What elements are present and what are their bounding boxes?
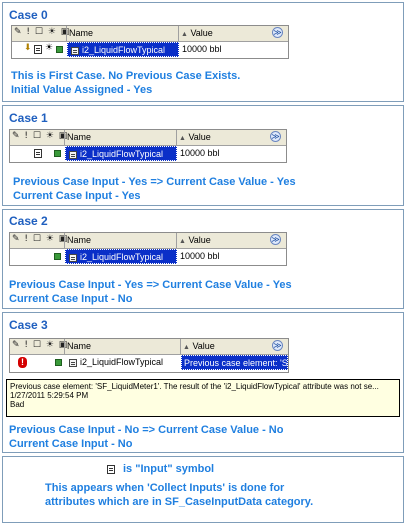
header-icons: ✎ ! ☐ ☀ ▣ [12, 340, 69, 350]
case-2-description-1: Previous Case Input - Yes => Current Cas… [9, 279, 292, 291]
header-icons: ✎ ! ☐ ☀ ▣ [12, 234, 69, 244]
case-3-grid: ✎ ! ☐ ☀ ▣ Name ▲ Value ≫ ! i2_LiquidFlow… [9, 338, 289, 373]
case-2-description-2: Current Case Input - No [9, 293, 133, 305]
arrow-down-icon: ⬇ [24, 42, 32, 52]
tooltip-message: Previous case element: 'SF_LiquidMeter1'… [10, 382, 379, 391]
legend-panel: is "Input" symbol This appears when 'Col… [2, 456, 404, 523]
grid-header: ✎ ! ☐ ☀ ▣ Name ▲ Value ≫ [12, 26, 288, 42]
value-cell[interactable]: 10000 bbl [178, 146, 286, 161]
tooltip-timestamp: 1/27/2011 5:29:54 PM [10, 391, 89, 400]
case-0-panel: Case 0 ✎ ! ☐ ☀ ▣ Name ▲ Value ≫ ⬇ ☀ i2_L… [2, 2, 404, 102]
case-0-description-2: Initial Value Assigned - Yes [11, 84, 153, 96]
input-symbol-icon [34, 45, 42, 54]
attribute-icon [71, 46, 79, 55]
value-cell[interactable]: 10000 bbl [178, 249, 286, 264]
bad-status-icon: ! [18, 357, 27, 368]
case-0-title: Case 0 [9, 8, 48, 22]
status-icon [54, 150, 61, 157]
grid-header: ✎ ! ☐ ☀ ▣ Name ▲ Value ≫ [10, 130, 286, 146]
case-1-description-2: Current Case Input - Yes [13, 190, 141, 202]
chevron-down-icon[interactable]: ≫ [272, 340, 283, 351]
legend-symbol-label: is "Input" symbol [123, 463, 215, 475]
table-row[interactable]: i2_LiquidFlowTypical 10000 bbl [10, 248, 286, 265]
case-1-title: Case 1 [9, 111, 48, 125]
edit-icon: ☀ [45, 42, 54, 52]
sort-asc-icon: ▲ [183, 344, 190, 351]
status-icon [54, 253, 61, 260]
legend-line-1: This appears when 'Collect Inputs' is do… [45, 482, 285, 494]
case-3-description-2: Current Case Input - No [9, 438, 133, 450]
attribute-icon [69, 150, 77, 159]
grid-header: ✎ ! ☐ ☀ ▣ Name ▲ Value ≫ [10, 339, 288, 355]
case-0-description-1: This is First Case. No Previous Case Exi… [11, 70, 241, 82]
name-column-header[interactable]: Name [64, 233, 176, 248]
name-cell[interactable]: i2_LiquidFlowTypical [66, 355, 180, 370]
case-1-description-1: Previous Case Input - Yes => Current Cas… [13, 176, 296, 188]
header-icons: ✎ ! ☐ ☀ ▣ [12, 131, 69, 141]
sort-asc-icon: ▲ [179, 238, 186, 245]
case-2-panel: Case 2 ✎ ! ☐ ☀ ▣ Name ▲ Value ≫ i2_Liqui… [2, 209, 404, 309]
name-column-header[interactable]: Name [66, 26, 178, 41]
legend-line-2: attributes which are in SF_CaseInputData… [45, 496, 314, 508]
case-2-grid: ✎ ! ☐ ☀ ▣ Name ▲ Value ≫ i2_LiquidFlowTy… [9, 232, 287, 266]
sort-asc-icon: ▲ [179, 135, 186, 142]
sort-asc-icon: ▲ [181, 31, 188, 38]
chevron-down-icon[interactable]: ≫ [270, 234, 281, 245]
table-row[interactable]: ! i2_LiquidFlowTypical Previous case ele… [10, 354, 288, 372]
status-icon [55, 359, 62, 366]
name-cell[interactable]: i2_LiquidFlowTypical [65, 146, 177, 161]
input-symbol-icon [34, 149, 42, 158]
case-2-title: Case 2 [9, 214, 48, 228]
chevron-down-icon[interactable]: ≫ [272, 27, 283, 38]
case-3-title: Case 3 [9, 318, 48, 332]
name-cell[interactable]: i2_LiquidFlowTypical [65, 249, 177, 264]
grid-header: ✎ ! ☐ ☀ ▣ Name ▲ Value ≫ [10, 233, 286, 249]
attribute-icon [69, 358, 77, 367]
name-column-header[interactable]: Name [64, 130, 176, 145]
header-icons: ✎ ! ☐ ☀ ▣ [14, 27, 71, 37]
name-column-header[interactable]: Name [64, 339, 180, 354]
attribute-icon [69, 253, 77, 262]
value-cell[interactable]: Previous case element: 'S... [181, 355, 288, 370]
chevron-down-icon[interactable]: ≫ [270, 131, 281, 142]
case-3-description-1: Previous Case Input - No => Current Case… [9, 424, 284, 436]
name-cell[interactable]: i2_LiquidFlowTypical [67, 42, 179, 57]
input-symbol-icon [107, 465, 115, 474]
case-1-grid: ✎ ! ☐ ☀ ▣ Name ▲ Value ≫ i2_LiquidFlowTy… [9, 129, 287, 163]
table-row[interactable]: i2_LiquidFlowTypical 10000 bbl [10, 145, 286, 162]
case-0-grid: ✎ ! ☐ ☀ ▣ Name ▲ Value ≫ ⬇ ☀ i2_LiquidFl… [11, 25, 289, 59]
value-cell[interactable]: 10000 bbl [180, 42, 288, 57]
tooltip-status: Bad [10, 400, 25, 409]
table-row[interactable]: ⬇ ☀ i2_LiquidFlowTypical 10000 bbl [12, 41, 288, 58]
error-tooltip: Previous case element: 'SF_LiquidMeter1'… [6, 379, 400, 417]
status-icon [56, 46, 63, 53]
case-1-panel: Case 1 ✎ ! ☐ ☀ ▣ Name ▲ Value ≫ i2_Liqui… [2, 105, 404, 206]
